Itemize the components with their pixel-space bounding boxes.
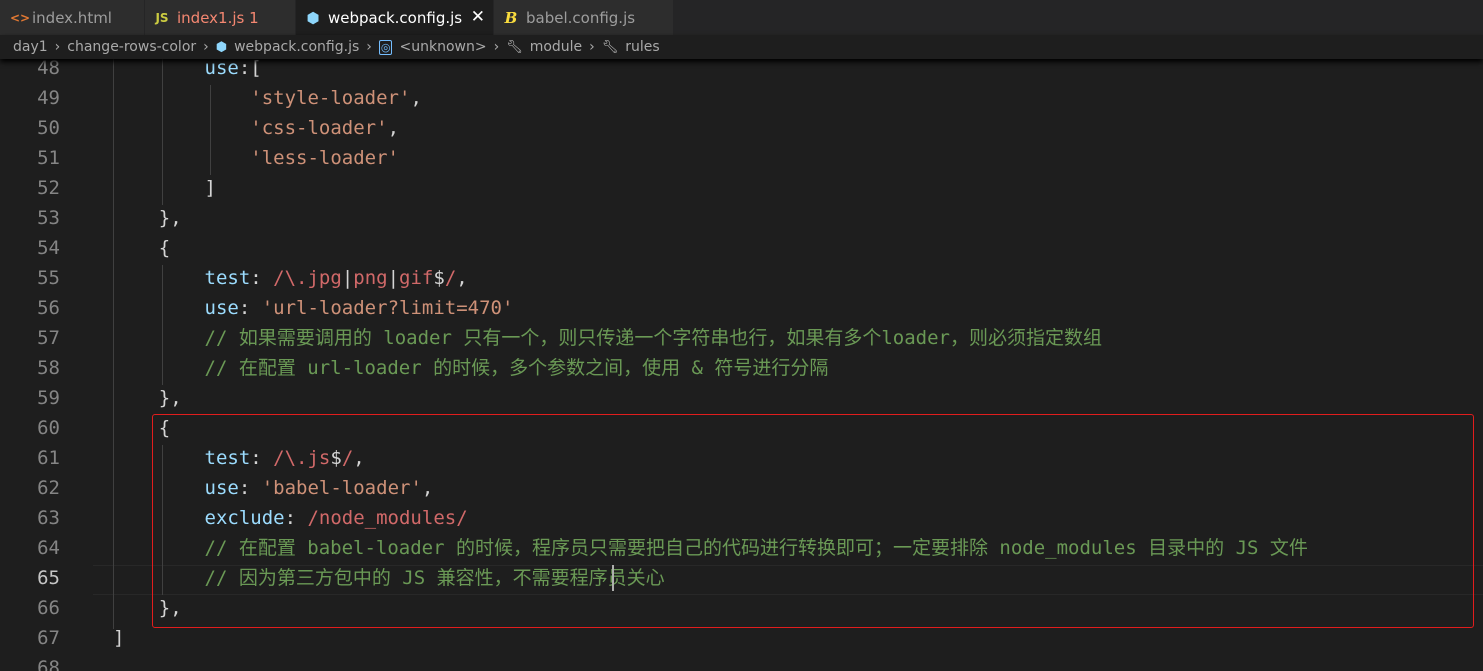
code-line-54: { (158, 237, 171, 259)
breadcrumb-item-rules[interactable]: rules (625, 39, 659, 55)
line-number: 49 (37, 87, 60, 109)
line-number: 52 (37, 177, 60, 199)
line-number: 55 (37, 267, 60, 289)
code-line-61: test: /\.js$/, (204, 447, 365, 469)
line-number: 64 (37, 537, 60, 559)
code-line-51: 'less-loader' (250, 147, 399, 169)
code-line-60: { (158, 417, 171, 439)
wrench-icon: 🔧︎ (601, 39, 619, 55)
line-number: 62 (37, 477, 60, 499)
breadcrumb-item-unknown[interactable]: <unknown> (399, 39, 486, 55)
tab-babel-config-js[interactable]: B babel.config.js (494, 0, 674, 35)
symbol-variable-icon: ◎ (378, 39, 393, 55)
tab-label: index.html (32, 8, 112, 27)
code-line-50: 'css-loader', (250, 117, 400, 139)
tab-index1-js[interactable]: JS index1.js 1 (145, 0, 296, 35)
line-number: 51 (37, 147, 60, 169)
webpack-icon: ⬢ (306, 8, 320, 27)
code-line-56: use: 'url-loader?limit=470' (204, 297, 514, 319)
code-line-49: 'style-loader', (250, 87, 422, 109)
breadcrumb: day1 › change-rows-color › ⬢ webpack.con… (0, 35, 1483, 59)
code-line-65: // 因为第三方包中的 JS 兼容性，不需要程序员关心 (204, 567, 665, 589)
line-number: 59 (37, 387, 60, 409)
code-line-57: // 如果需要调用的 loader 只有一个，则只传递一个字符串也行，如果有多个… (204, 327, 1102, 349)
line-number: 63 (37, 507, 60, 529)
breadcrumb-item-folder[interactable]: change-rows-color (67, 39, 196, 55)
chevron-right-icon: › (203, 39, 209, 55)
code-editor[interactable]: 48 49 50 51 52 53 54 55 56 57 58 59 60 6… (0, 59, 1483, 671)
js-icon: JS (155, 10, 169, 25)
line-number: 66 (37, 597, 60, 619)
html-icon: <> (10, 10, 31, 25)
code-line-64: // 在配置 babel-loader 的时候，程序员只需要把自己的代码进行转换… (204, 537, 1308, 559)
text-cursor (612, 565, 614, 591)
tab-index-html[interactable]: <> index.html (0, 0, 145, 35)
line-number: 67 (37, 627, 60, 649)
breadcrumb-item-file[interactable]: webpack.config.js (234, 39, 359, 55)
code-line-53: }, (158, 207, 182, 229)
code-line-59: }, (158, 387, 182, 409)
tab-label: babel.config.js (526, 8, 636, 27)
line-number: 54 (37, 237, 60, 259)
code-line-52: ] (204, 177, 216, 199)
line-number: 60 (37, 417, 60, 439)
code-line-67: ] (113, 627, 125, 649)
line-number: 53 (37, 207, 60, 229)
code-line-55: test: /\.jpg|png|gif$/, (204, 267, 468, 289)
wrench-icon: 🔧︎ (506, 39, 523, 55)
line-number: 61 (37, 447, 60, 469)
code-line-63: exclude: /node_modules/ (204, 507, 468, 529)
chevron-right-icon: › (493, 39, 500, 55)
code-line-48: use:[ (204, 59, 262, 79)
tab-label: index1.js 1 (177, 8, 259, 27)
line-number: 68 (37, 657, 60, 671)
code-line-66: }, (158, 597, 182, 619)
line-number: 57 (37, 327, 60, 349)
code-line-58: // 在配置 url-loader 的时候，多个参数之间，使用 & 符号进行分隔 (204, 357, 829, 379)
code-line-62: use: 'babel-loader', (204, 477, 434, 499)
tab-webpack-config-js[interactable]: ⬢ webpack.config.js ✕ (296, 0, 494, 35)
chevron-right-icon: › (54, 39, 61, 55)
webpack-icon: ⬢ (215, 39, 228, 55)
line-number: 48 (37, 59, 60, 79)
line-number: 56 (37, 297, 60, 319)
babel-icon: B (504, 8, 518, 27)
line-number: 50 (37, 117, 60, 139)
close-icon[interactable]: ✕ (471, 7, 485, 27)
breadcrumb-item-day1[interactable]: day1 (13, 39, 48, 55)
line-number: 58 (37, 357, 60, 379)
line-number-current: 65 (37, 567, 60, 589)
breadcrumb-item-module[interactable]: module (530, 39, 582, 55)
chevron-right-icon: › (366, 39, 372, 55)
tab-bar: <> index.html JS index1.js 1 ⬢ webpack.c… (0, 0, 1483, 35)
chevron-right-icon: › (589, 39, 595, 55)
tab-label: webpack.config.js (328, 8, 463, 27)
